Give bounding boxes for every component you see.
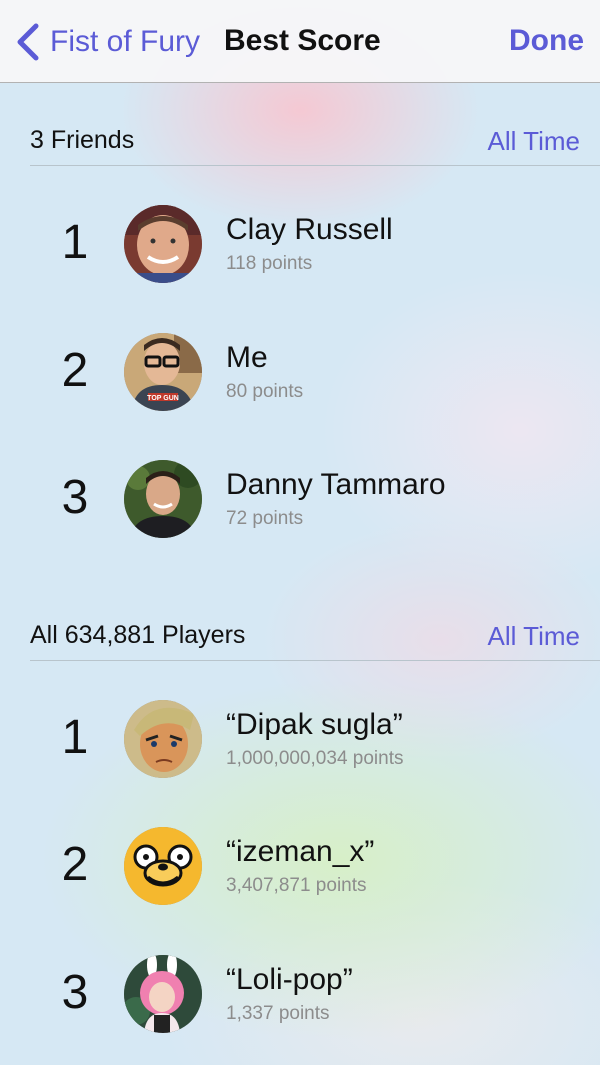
all-players-section-header: All 634,881 Players All Time bbox=[30, 611, 600, 661]
avatar bbox=[124, 460, 202, 538]
player-points: 1,000,000,034 points bbox=[226, 748, 404, 769]
player-points: 118 points bbox=[226, 253, 313, 274]
friends-section-header: 3 Friends All Time bbox=[30, 116, 600, 166]
player-name: Clay Russell bbox=[226, 213, 393, 246]
avatar bbox=[124, 205, 202, 283]
rank-number: 2 bbox=[61, 838, 89, 891]
rank-number: 2 bbox=[61, 344, 89, 397]
player-points: 80 points bbox=[226, 381, 304, 402]
rank-number: 3 bbox=[61, 966, 89, 1019]
leaderboard-row[interactable]: 1 Clay Russell 118 points bbox=[0, 205, 600, 305]
avatar bbox=[124, 955, 202, 1033]
player-name: Danny Tammaro bbox=[226, 468, 446, 501]
player-points: 72 points bbox=[226, 508, 304, 529]
avatar: TOP GUN bbox=[124, 333, 202, 411]
all-players-time-filter[interactable]: All Time bbox=[488, 621, 580, 652]
player-name: “Dipak sugla” bbox=[226, 708, 403, 741]
player-name: “Loli-pop” bbox=[226, 963, 353, 996]
done-button[interactable]: Done bbox=[509, 24, 584, 58]
all-players-section-title: All 634,881 Players bbox=[30, 621, 246, 649]
rank-number: 1 bbox=[61, 216, 89, 269]
back-button[interactable]: Fist of Fury bbox=[14, 20, 200, 64]
leaderboard-row[interactable]: 3 Danny Tammaro 72 points bbox=[0, 460, 600, 560]
navigation-bar: Fist of Fury Best Score Done bbox=[0, 0, 600, 83]
player-points: 1,337 points bbox=[226, 1003, 330, 1024]
player-points: 3,407,871 points bbox=[226, 875, 367, 896]
rank-number: 3 bbox=[61, 471, 89, 524]
leaderboard-row[interactable]: 3 “Loli-pop” 1,337 points bbox=[0, 955, 600, 1055]
leaderboard-row[interactable]: 2 “izeman_x” 3,407,871 points bbox=[0, 827, 600, 927]
avatar bbox=[124, 700, 202, 778]
avatar bbox=[124, 827, 202, 905]
back-button-label: Fist of Fury bbox=[50, 25, 201, 58]
leaderboard-row[interactable]: 2 TOP GUN Me 80 points bbox=[0, 333, 600, 433]
friends-time-filter[interactable]: All Time bbox=[488, 126, 580, 157]
page-title: Best Score bbox=[224, 24, 381, 57]
leaderboard-row[interactable]: 1 “Dipak sugla” 1,000,000,034 points bbox=[0, 700, 600, 800]
rank-number: 1 bbox=[61, 711, 89, 764]
avatar-shirt-text: TOP GUN bbox=[147, 395, 179, 402]
chevron-left-icon bbox=[17, 23, 39, 61]
friends-section-title: 3 Friends bbox=[30, 126, 135, 154]
player-name: Me bbox=[226, 341, 268, 374]
player-name: “izeman_x” bbox=[226, 835, 375, 868]
